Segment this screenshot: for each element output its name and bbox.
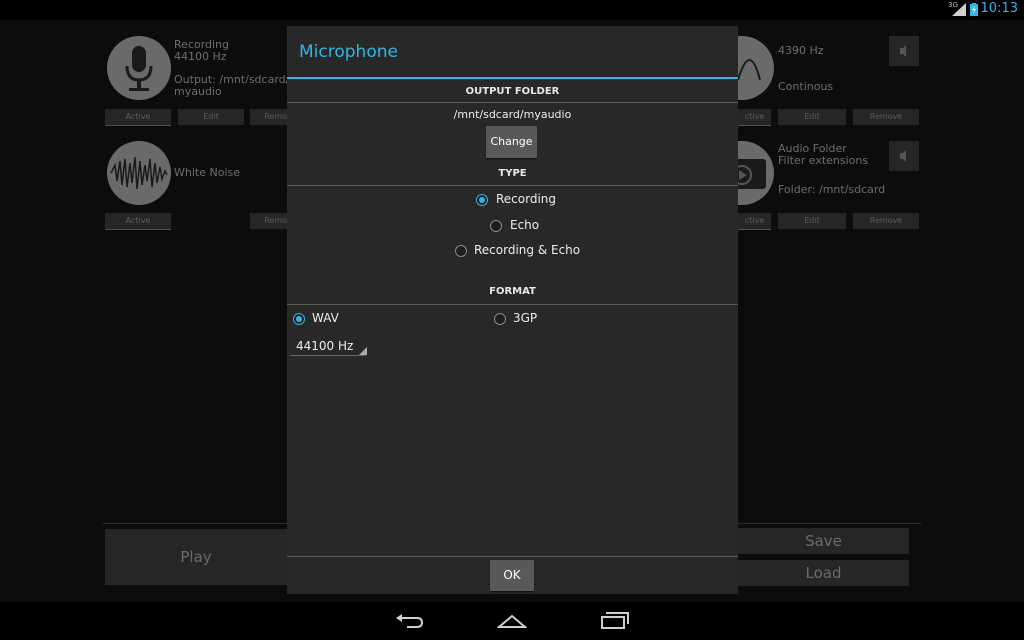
radio-label: WAV xyxy=(312,311,339,325)
back-icon[interactable] xyxy=(395,612,425,630)
type-heading: TYPE xyxy=(498,168,527,179)
navigation-bar xyxy=(0,602,1024,640)
radio-button[interactable] xyxy=(490,220,502,232)
signal-icon xyxy=(952,3,966,16)
speaker-icon[interactable] xyxy=(889,36,919,66)
recent-apps-icon[interactable] xyxy=(600,610,630,630)
play-button[interactable]: Play xyxy=(105,529,287,585)
save-button[interactable]: Save xyxy=(738,528,909,554)
active-button[interactable]: Active xyxy=(105,213,171,230)
output-folder-path: /mnt/sdcard/myaudio xyxy=(453,108,572,121)
edit-button[interactable]: Edit xyxy=(778,109,846,125)
radio-button[interactable] xyxy=(293,313,305,325)
spinner-underline xyxy=(290,355,366,356)
format-heading: FORMAT xyxy=(489,286,536,297)
section-divider xyxy=(287,185,738,186)
remove-button[interactable]: Remo xyxy=(250,109,287,125)
radio-button[interactable] xyxy=(476,194,488,206)
edit-button[interactable]: Edit xyxy=(778,213,846,229)
waveform-icon[interactable] xyxy=(107,141,171,205)
title-divider xyxy=(287,77,738,79)
status-time: 10:13 xyxy=(980,1,1018,16)
radio-label: Recording & Echo xyxy=(474,243,581,257)
section-divider xyxy=(287,304,738,305)
spinner-value: 44100 Hz xyxy=(296,339,354,353)
speaker-icon[interactable] xyxy=(889,141,919,171)
tile-info: White Noise xyxy=(174,166,240,179)
battery-icon xyxy=(970,3,978,16)
radio-button[interactable] xyxy=(455,245,467,257)
radio-label: Echo xyxy=(510,218,540,232)
status-bar: 3G 10:13 xyxy=(0,0,1024,20)
ok-button[interactable]: OK xyxy=(490,560,534,591)
active-button[interactable]: ctive xyxy=(738,109,771,126)
microphone-icon[interactable] xyxy=(107,36,171,100)
change-button[interactable]: Change xyxy=(486,126,537,158)
home-icon[interactable] xyxy=(497,612,527,630)
radio-label: Recording xyxy=(496,192,557,206)
section-divider xyxy=(287,102,738,103)
edit-button[interactable]: Edit xyxy=(178,109,244,125)
tile-info: 4390 Hz Continous xyxy=(778,44,834,93)
remove-button[interactable]: Remove xyxy=(853,213,919,229)
footer-divider xyxy=(287,556,738,557)
radio-button[interactable] xyxy=(494,313,506,325)
output-folder-heading: OUTPUT FOLDER xyxy=(465,86,560,97)
tile-info: Recording 44100 Hz Output: /mnt/sdcard/ … xyxy=(174,38,290,98)
load-button[interactable]: Load xyxy=(738,560,909,586)
chevron-down-icon xyxy=(359,347,367,355)
dialog-title: Microphone xyxy=(299,42,398,62)
sample-rate-spinner[interactable]: 44100 Hz xyxy=(287,331,377,361)
active-button[interactable]: Active xyxy=(105,109,171,126)
remove-button[interactable]: Remo xyxy=(250,213,287,229)
tile-info: Audio Folder Filter extensions Folder: /… xyxy=(778,142,886,196)
radio-label: 3GP xyxy=(513,311,538,325)
active-button[interactable]: ctive xyxy=(738,213,771,230)
microphone-dialog: Microphone OUTPUT FOLDER /mnt/sdcard/mya… xyxy=(287,26,738,594)
remove-button[interactable]: Remove xyxy=(853,109,919,125)
